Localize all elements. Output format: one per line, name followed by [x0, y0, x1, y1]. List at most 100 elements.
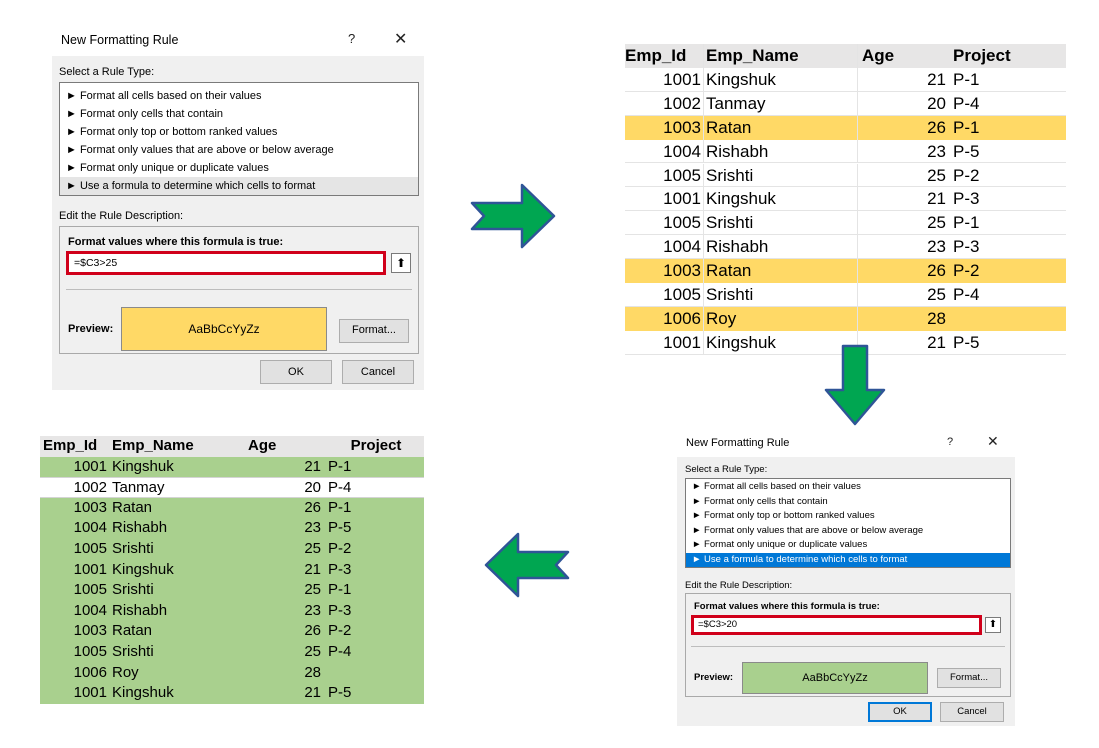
rule-type-list[interactable]: ► Format all cells based on their values…	[685, 478, 1011, 568]
project-cell[interactable]: P-4	[951, 283, 1066, 306]
rule-type-item[interactable]: ► Format only unique or duplicate values	[60, 159, 418, 177]
emp-name-cell[interactable]: Tanmay	[703, 91, 857, 115]
emp-name-cell[interactable]: Ratan	[110, 621, 246, 642]
format-button[interactable]: Format...	[339, 319, 409, 343]
emp-id-cell[interactable]: 1001	[625, 187, 701, 210]
project-cell[interactable]: P-3	[951, 235, 1066, 258]
emp-id-cell[interactable]: 1004	[625, 235, 701, 258]
rule-type-list[interactable]: ► Format all cells based on their values…	[59, 82, 419, 196]
collapse-range-button[interactable]: ⬆	[985, 617, 1001, 633]
project-cell[interactable]: P-5	[951, 331, 1066, 354]
emp-name-cell[interactable]: Kingshuk	[110, 560, 246, 581]
table-row[interactable]: 1003 Ratan 26 P-2	[625, 259, 1066, 283]
emp-name-cell[interactable]: Tanmay	[110, 478, 246, 497]
age-cell[interactable]: 20	[857, 91, 949, 115]
age-cell[interactable]: 25	[246, 580, 324, 601]
project-cell[interactable]: P-1	[951, 211, 1066, 234]
table-row[interactable]: 1004 Rishabh 23 P-5	[40, 518, 424, 539]
age-cell[interactable]: 21	[246, 560, 324, 581]
emp-id-cell[interactable]: 1005	[40, 580, 107, 601]
emp-name-cell[interactable]: Kingshuk	[703, 187, 857, 211]
project-cell[interactable]: P-3	[951, 187, 1066, 210]
project-cell[interactable]: P-3	[326, 601, 424, 622]
table-row[interactable]: 1005 Srishti 25 P-2	[625, 163, 1066, 188]
emp-name-cell[interactable]: Rishabh	[703, 235, 857, 259]
emp-id-cell[interactable]: 1006	[40, 663, 107, 684]
emp-id-cell[interactable]: 1003	[40, 621, 107, 642]
rule-type-item[interactable]: ► Format only cells that contain	[60, 105, 418, 123]
age-cell[interactable]: 25	[857, 211, 949, 235]
emp-name-cell[interactable]: Kingshuk	[703, 67, 857, 91]
age-cell[interactable]: 23	[246, 518, 324, 539]
table-row[interactable]: 1002 Tanmay 20 P-4	[625, 91, 1066, 116]
emp-name-cell[interactable]: Srishti	[703, 283, 857, 306]
project-cell[interactable]: P-1	[326, 580, 424, 601]
rule-type-item[interactable]: ► Format only cells that contain	[686, 495, 1010, 510]
table-row[interactable]: 1002 Tanmay 20 P-4	[40, 477, 424, 498]
formula-input[interactable]: =$C3>25	[66, 251, 386, 275]
emp-id-cell[interactable]: 1003	[625, 116, 701, 140]
emp-name-cell[interactable]: Ratan	[703, 115, 857, 140]
emp-id-cell[interactable]: 1001	[625, 331, 701, 354]
age-cell[interactable]: 21	[857, 187, 949, 211]
emp-id-cell[interactable]: 1005	[625, 211, 701, 234]
emp-name-cell[interactable]: Srishti	[110, 580, 246, 601]
ok-button[interactable]: OK	[260, 360, 332, 384]
rule-type-item[interactable]: ► Format only values that are above or b…	[60, 141, 418, 159]
close-icon[interactable]: ✕	[394, 29, 407, 49]
project-cell[interactable]	[951, 307, 1066, 331]
age-cell[interactable]: 25	[246, 642, 324, 663]
emp-name-cell[interactable]: Kingshuk	[110, 683, 246, 704]
emp-id-cell[interactable]: 1001	[40, 683, 107, 704]
project-cell[interactable]: P-1	[326, 457, 424, 478]
age-cell[interactable]: 25	[857, 163, 949, 187]
emp-id-cell[interactable]: 1001	[625, 68, 701, 91]
emp-id-cell[interactable]: 1002	[625, 92, 701, 115]
rule-type-item-selected[interactable]: ► Use a formula to determine which cells…	[60, 177, 418, 195]
age-cell[interactable]: 23	[857, 235, 949, 259]
project-cell[interactable]: P-2	[951, 164, 1066, 187]
close-icon[interactable]: ✕	[987, 433, 999, 450]
emp-name-cell[interactable]: Kingshuk	[110, 457, 246, 478]
table-row[interactable]: 1005 Srishti 25 P-4	[625, 283, 1066, 307]
table-row[interactable]: 1006 Roy 28	[40, 662, 424, 684]
table-row[interactable]: 1006 Roy 28	[625, 306, 1066, 331]
emp-id-cell[interactable]: 1005	[625, 283, 701, 306]
age-cell[interactable]: 28	[246, 663, 324, 684]
table-row[interactable]: 1005 Srishti 25 P-2	[40, 539, 424, 560]
formula-input[interactable]: =$C3>20	[691, 615, 982, 635]
emp-name-cell[interactable]: Roy	[703, 306, 857, 331]
help-icon[interactable]: ?	[947, 436, 953, 448]
rule-type-item-selected[interactable]: ► Use a formula to determine which cells…	[686, 552, 1010, 567]
emp-id-cell[interactable]: 1005	[625, 164, 701, 187]
emp-id-cell[interactable]: 1005	[40, 642, 107, 663]
table-row[interactable]: 1001 Kingshuk 21 P-1	[40, 456, 424, 478]
project-cell[interactable]: P-1	[951, 116, 1066, 140]
age-cell[interactable]: 21	[246, 457, 324, 478]
age-cell[interactable]: 26	[246, 621, 324, 642]
table-row[interactable]: 1005 Srishti 25 P-1	[625, 211, 1066, 236]
emp-name-cell[interactable]: Rishabh	[703, 139, 857, 163]
table-row[interactable]: 1001 Kingshuk 21 P-1	[625, 67, 1066, 92]
table-row[interactable]: 1003 Ratan 26 P-1	[625, 115, 1066, 140]
age-cell[interactable]: 21	[246, 683, 324, 704]
emp-id-cell[interactable]: 1005	[40, 539, 107, 560]
emp-name-cell[interactable]: Rishabh	[110, 601, 246, 622]
project-cell[interactable]: P-5	[326, 683, 424, 704]
project-cell[interactable]	[326, 663, 424, 684]
table-row[interactable]: 1003 Ratan 26 P-2	[40, 621, 424, 642]
project-cell[interactable]: P-3	[326, 560, 424, 581]
table-row[interactable]: 1005 Srishti 25 P-4	[40, 642, 424, 663]
emp-name-cell[interactable]: Srishti	[703, 211, 857, 235]
emp-id-cell[interactable]: 1001	[40, 457, 107, 478]
rule-type-item[interactable]: ► Format only unique or duplicate values	[686, 538, 1010, 553]
emp-name-cell[interactable]: Srishti	[703, 163, 857, 187]
emp-name-cell[interactable]: Srishti	[110, 539, 246, 560]
age-cell[interactable]: 21	[857, 67, 949, 91]
emp-id-cell[interactable]: 1004	[40, 518, 107, 539]
project-cell[interactable]: P-5	[951, 140, 1066, 163]
emp-id-cell[interactable]: 1003	[625, 259, 701, 283]
rule-type-item[interactable]: ► Format all cells based on their values	[686, 480, 1010, 495]
project-cell[interactable]: P-4	[326, 478, 424, 497]
table-row[interactable]: 1004 Rishabh 23 P-3	[40, 600, 424, 622]
